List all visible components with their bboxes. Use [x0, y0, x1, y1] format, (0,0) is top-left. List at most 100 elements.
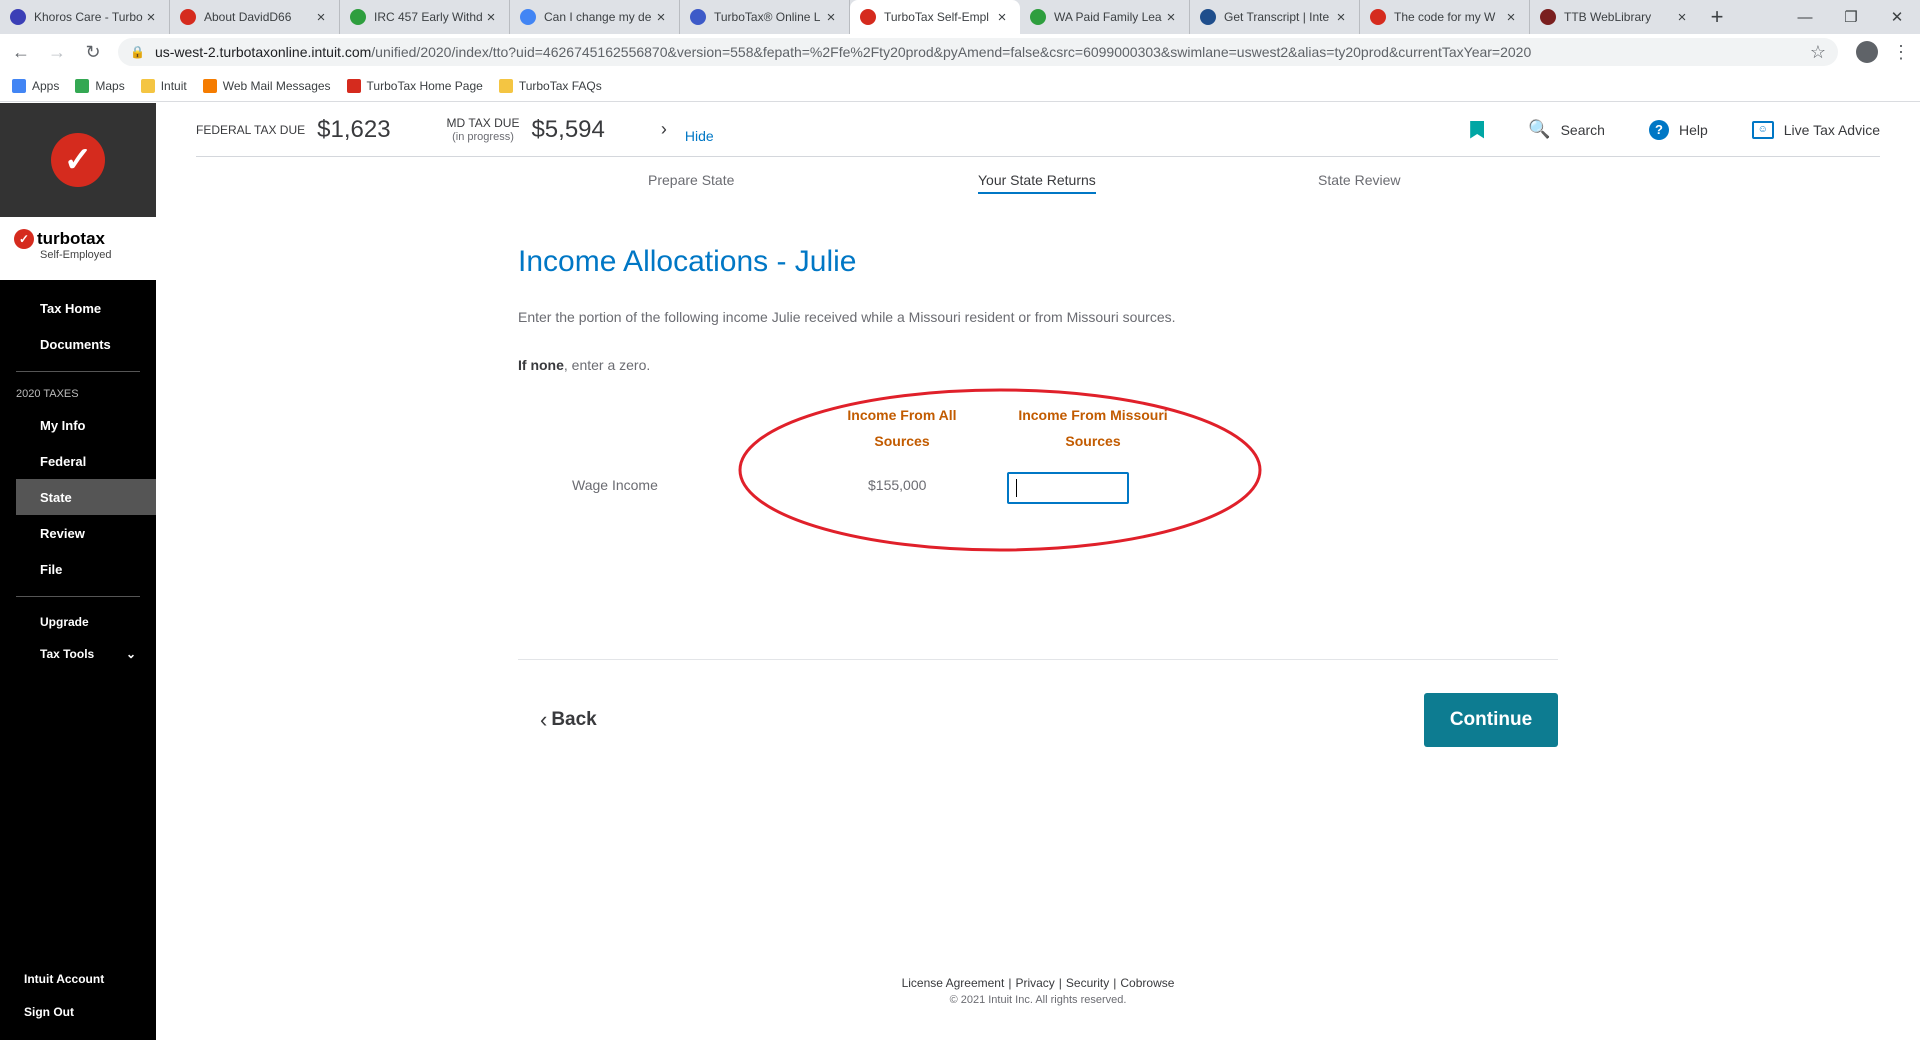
bookmark-turbotax-home-page[interactable]: TurboTax Home Page: [346, 78, 483, 93]
forward-arrow-icon[interactable]: →: [42, 37, 72, 67]
tab-label: Get Transcript | Inte: [1224, 10, 1330, 24]
browser-tab[interactable]: IRC 457 Early Withd ×: [340, 0, 510, 34]
sidebar-item-sign-out[interactable]: Sign Out: [0, 995, 156, 1028]
annotation-ellipse-shape: [738, 388, 1262, 552]
browser-tab[interactable]: WA Paid Family Lea ×: [1020, 0, 1190, 34]
footer-copyright: © 2021 Intuit Inc. All rights reserved.: [949, 994, 1127, 1006]
tab-favicon-icon: [1370, 9, 1386, 25]
bookmark-favicon-icon: [498, 78, 513, 93]
tab-label: TurboTax Self-Empl: [884, 10, 989, 24]
bookmark-apps[interactable]: Apps: [12, 78, 60, 93]
bookmark-star-icon[interactable]: ☆: [1810, 42, 1826, 63]
back-arrow-icon[interactable]: ←: [6, 37, 36, 67]
sidebar-nav: Tax Home Documents 2020 TAXES My Info Federa…: [0, 280, 156, 670]
row-label-wage-income: Wage Income: [572, 477, 658, 493]
footer-separator: |: [1113, 976, 1117, 990]
brand-name: turbotax: [37, 229, 105, 248]
federal-tax-amount: $1,623: [317, 115, 391, 143]
sidebar-item-documents[interactable]: Documents: [0, 326, 140, 362]
sidebar-item-federal[interactable]: Federal: [0, 443, 140, 479]
bookmark-ribbon-icon[interactable]: [1470, 120, 1485, 139]
live-tax-advice-link[interactable]: ☺ Live Tax Advice: [1751, 120, 1880, 139]
tab-favicon-icon: [690, 9, 706, 25]
brand-check-icon: ✓: [14, 229, 34, 249]
sidebar-item-file[interactable]: File: [0, 551, 140, 587]
tab-close-icon[interactable]: ×: [1674, 9, 1690, 26]
bookmark-intuit[interactable]: Intuit: [140, 78, 187, 93]
search-label: Search: [1560, 121, 1605, 138]
bookmark-turbotax-faqs[interactable]: TurboTax FAQs: [498, 78, 602, 93]
footer: License Agreement | Privacy | Security | Cobro…: [196, 976, 1880, 1006]
sidebar-item-tax-tools[interactable]: Tax Tools ⌄: [0, 638, 156, 670]
bookmark-label: TurboTax Home Page: [366, 78, 483, 93]
step-prepare-state[interactable]: Prepare State: [648, 172, 734, 188]
search-link[interactable]: 🔍 Search: [1528, 119, 1605, 140]
bookmark-label: TurboTax FAQs: [518, 78, 602, 93]
tab-close-icon[interactable]: ×: [143, 9, 159, 26]
federal-tax-label: FEDERAL TAX DUE: [196, 122, 306, 137]
sidebar-item-upgrade[interactable]: Upgrade: [0, 606, 156, 638]
chevron-right-icon[interactable]: ›: [661, 119, 667, 140]
footer-link-privacy[interactable]: Privacy: [1015, 976, 1054, 990]
help-label: Help: [1678, 121, 1708, 138]
sidebar-item-state[interactable]: State: [16, 479, 156, 515]
brand-block: ✓ turbotax Self-Employed: [0, 217, 156, 280]
continue-button[interactable]: Continue: [1424, 693, 1558, 747]
browser-tab[interactable]: Get Transcript | Inte ×: [1190, 0, 1360, 34]
tab-close-icon[interactable]: ×: [653, 9, 669, 26]
reload-icon[interactable]: ↻: [78, 37, 108, 67]
browser-menu-icon[interactable]: ⋮: [1892, 42, 1910, 63]
tab-close-icon[interactable]: ×: [313, 9, 329, 26]
sidebar-section-label: 2020 TAXES: [16, 388, 79, 400]
browser-tab[interactable]: TurboTax® Online L ×: [680, 0, 850, 34]
bookmark-web-mail-messages[interactable]: Web Mail Messages: [202, 78, 331, 93]
tab-close-icon[interactable]: ×: [1333, 9, 1349, 26]
browser-tab[interactable]: Can I change my de ×: [510, 0, 680, 34]
sidebar-item-tax-home[interactable]: Tax Home: [0, 290, 140, 326]
browser-tab[interactable]: TurboTax Self-Empl ×: [850, 0, 1020, 34]
browser-tab[interactable]: Khoros Care - Turbo ×: [0, 0, 170, 34]
help-icon: ?: [1648, 119, 1669, 140]
footer-link-license-agreement[interactable]: License Agreement: [902, 976, 1005, 990]
tab-label: TTB WebLibrary: [1564, 10, 1652, 24]
tab-close-icon[interactable]: ×: [1163, 9, 1179, 26]
new-tab-icon[interactable]: +: [1700, 0, 1734, 34]
tab-favicon-icon: [10, 9, 26, 25]
bookmark-label: Apps: [32, 78, 60, 93]
window-controls: — ❐ ✕: [1782, 0, 1920, 34]
browser-tab[interactable]: TTB WebLibrary ×: [1530, 0, 1700, 34]
browser-tab[interactable]: About DavidD66 ×: [170, 0, 340, 34]
sidebar-item-my-info[interactable]: My Info: [0, 407, 140, 443]
bookmark-maps[interactable]: Maps: [75, 78, 125, 93]
tab-favicon-icon: [350, 9, 366, 25]
step-state-review[interactable]: State Review: [1318, 172, 1400, 188]
back-button[interactable]: ‹ Back: [540, 707, 597, 733]
browser-tabstrip: Khoros Care - Turbo × About DavidD66 × IRC 4…: [0, 0, 1920, 34]
tab-close-icon[interactable]: ×: [994, 9, 1010, 26]
tab-favicon-icon: [1540, 9, 1556, 25]
sidebar-divider: [16, 596, 140, 597]
back-label: Back: [551, 709, 597, 730]
sidebar-item-intuit-account[interactable]: Intuit Account: [0, 962, 156, 995]
sidebar-item-label: Upgrade: [40, 615, 89, 629]
profile-avatar-icon[interactable]: [1856, 41, 1878, 63]
restore-icon[interactable]: ❐: [1828, 0, 1874, 34]
footer-link-security[interactable]: Security: [1066, 976, 1109, 990]
close-window-icon[interactable]: ✕: [1874, 0, 1920, 34]
sidebar-item-review[interactable]: Review: [0, 515, 140, 551]
bookmark-favicon-icon: [12, 78, 26, 93]
tab-close-icon[interactable]: ×: [1503, 9, 1519, 26]
browser-tab[interactable]: The code for my W ×: [1360, 0, 1530, 34]
bookmark-favicon-icon: [346, 78, 361, 93]
footer-link-cobrowse[interactable]: Cobrowse: [1120, 976, 1174, 990]
address-bar[interactable]: 🔒 us-west-2.turbotaxonline.intuit.com/un…: [118, 38, 1838, 66]
tab-favicon-icon: [1200, 9, 1216, 25]
url-text: us-west-2.turbotaxonline.intuit.com/unif…: [155, 44, 1802, 60]
tab-close-icon[interactable]: ×: [823, 9, 839, 26]
hide-link[interactable]: Hide: [685, 128, 714, 144]
minimize-icon[interactable]: —: [1782, 0, 1828, 34]
tab-close-icon[interactable]: ×: [483, 9, 499, 26]
turbotax-logo[interactable]: ✓: [0, 103, 156, 217]
help-link[interactable]: ? Help: [1648, 119, 1708, 140]
step-your-state-returns[interactable]: Your State Returns: [978, 172, 1096, 194]
